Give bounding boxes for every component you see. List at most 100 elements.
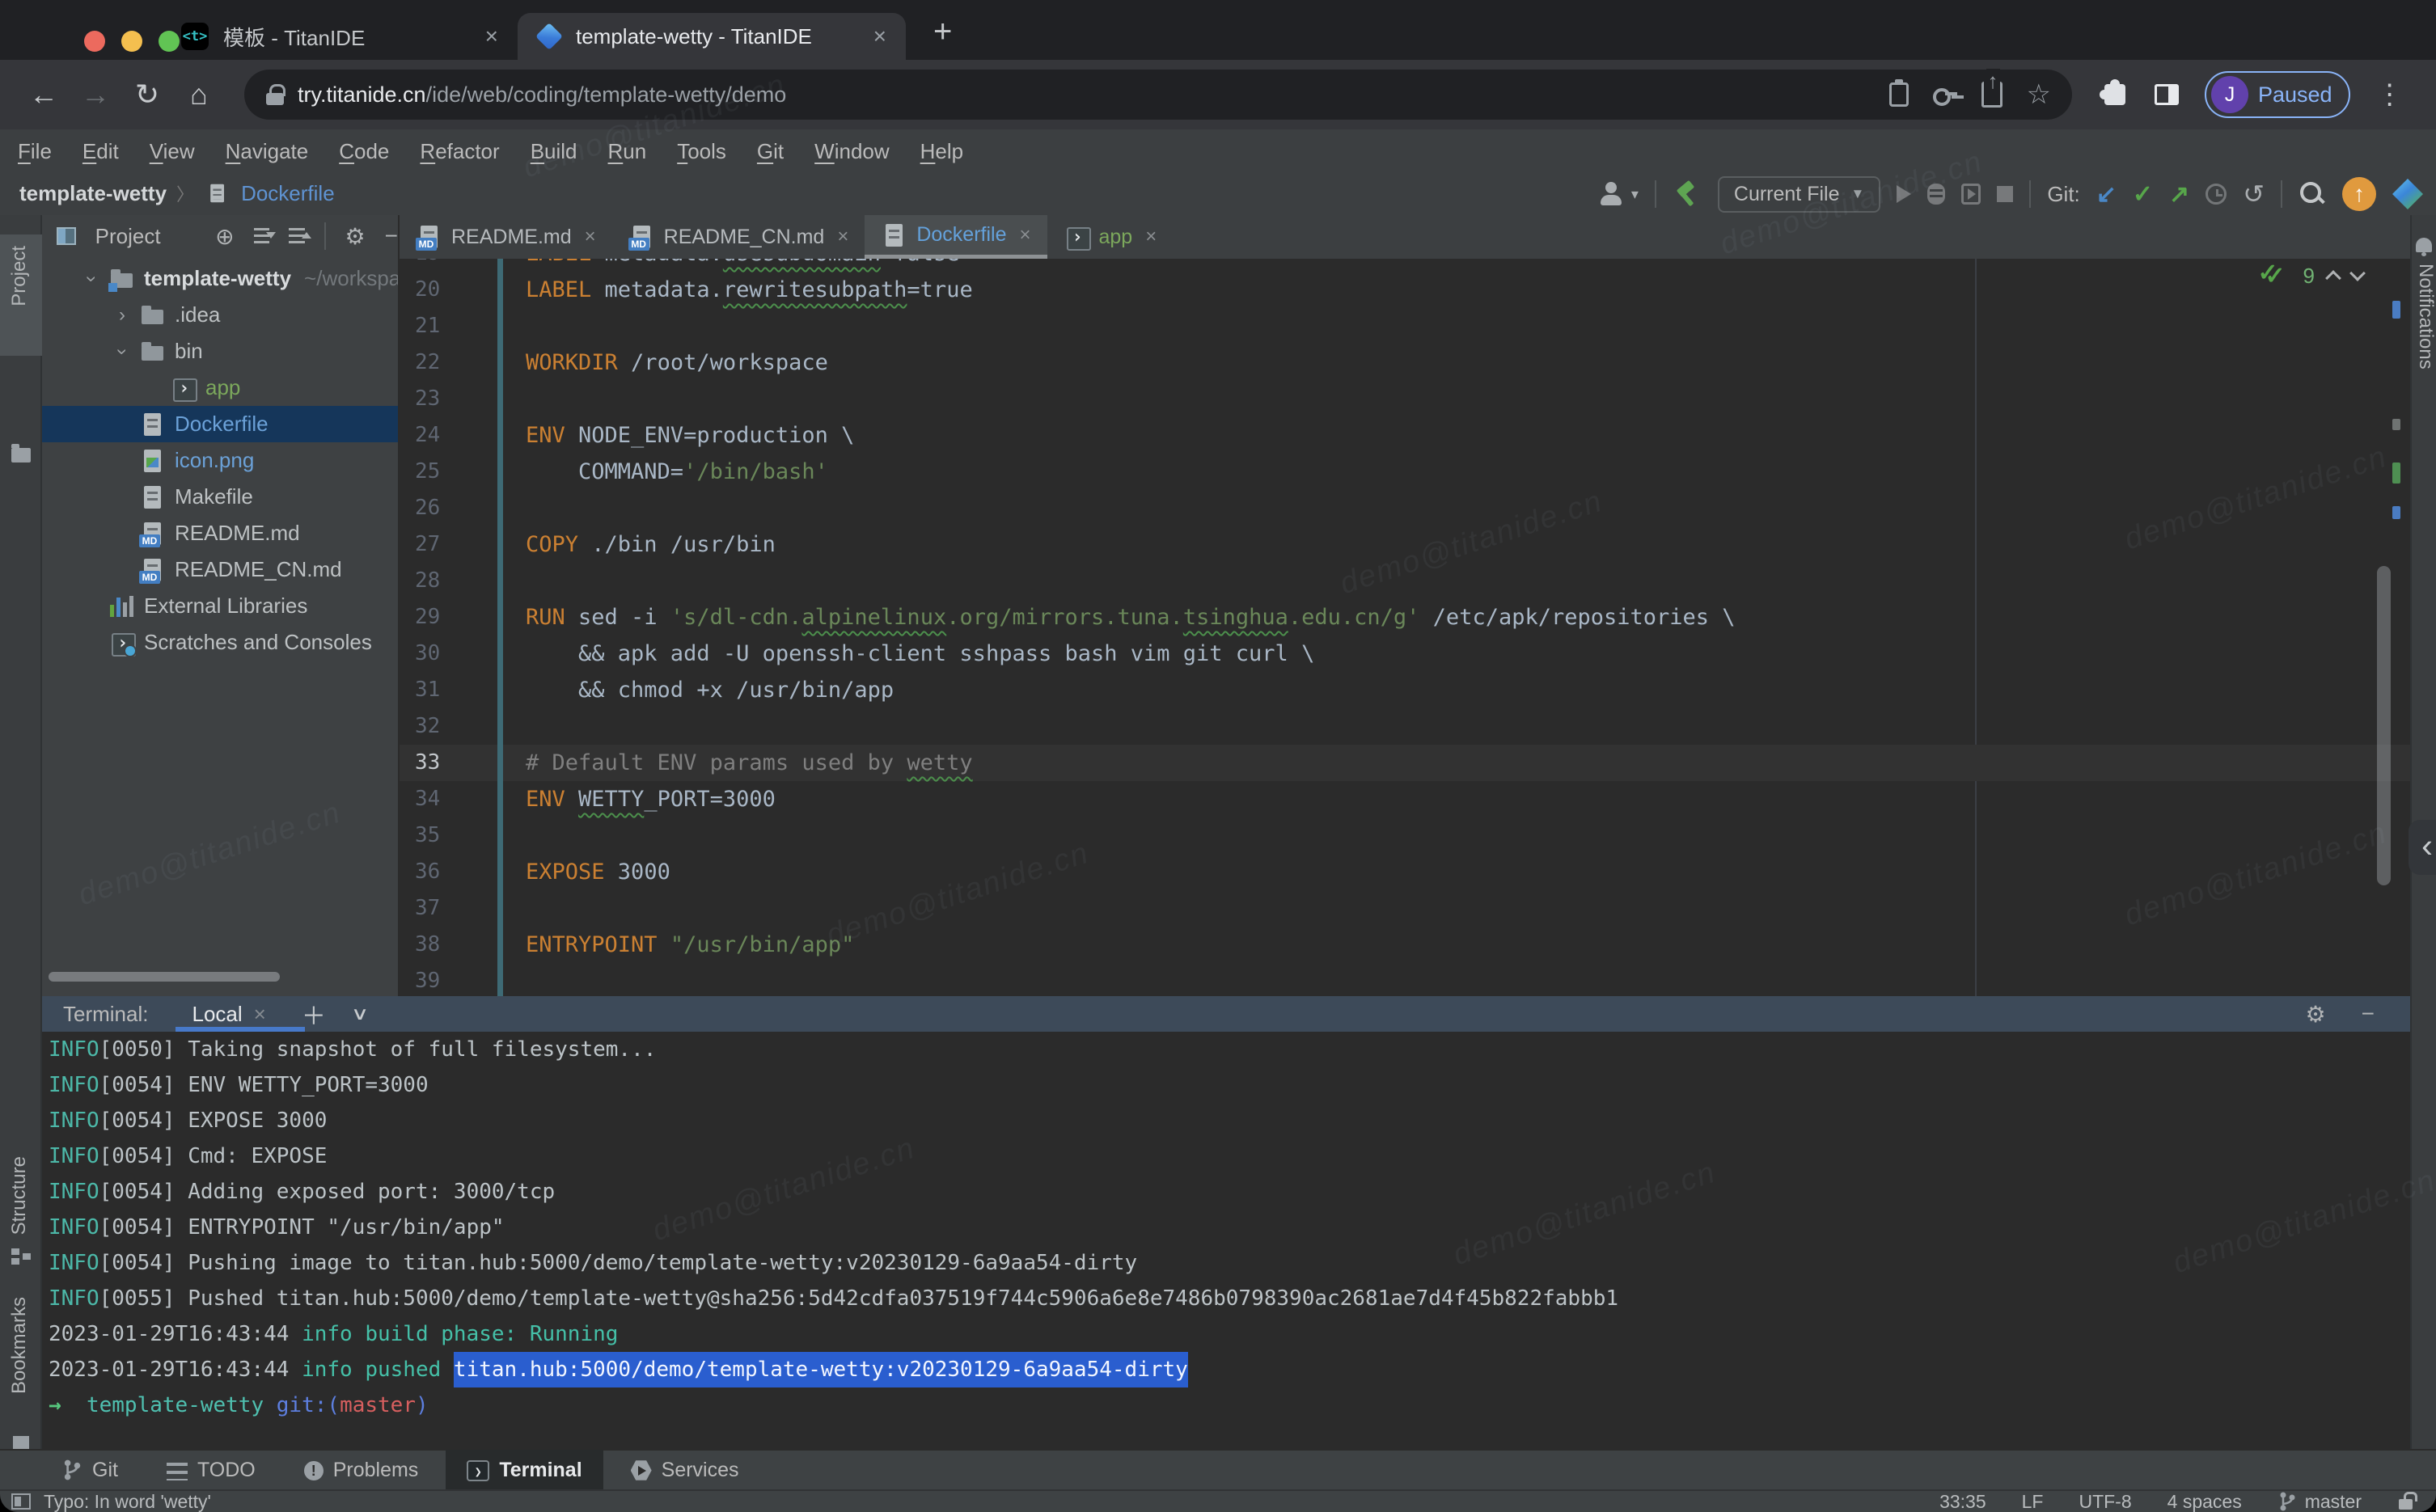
stripe-label-bookmarks[interactable]: Bookmarks [8,1297,31,1394]
toolwindow-problems[interactable]: !Problems [283,1450,440,1490]
stripe-label-project[interactable]: Project [8,246,31,306]
browser-tab-inactive[interactable]: <t> 模板 - TitanIDE × [162,13,518,60]
extensions-icon[interactable] [2104,84,2125,105]
url-text[interactable]: try.titanide.cn/ide/web/coding/template-… [298,82,1865,108]
inspections-widget[interactable]: 9 [2258,262,2363,289]
titan-logo-icon[interactable] [2392,179,2423,209]
select-opened-file-icon[interactable]: ⊕ [215,223,234,250]
git-commit-icon[interactable]: ✓ [2133,180,2153,209]
menu-git[interactable]: Git [757,139,784,164]
terminal-tab-local[interactable]: Local× [185,996,272,1032]
menu-refactor[interactable]: Refactor [420,139,499,164]
tree-item-readme_cn.md[interactable]: MDREADME_CN.md [42,551,398,588]
toolwindow-git[interactable]: Git [40,1450,139,1490]
browser-tab-active[interactable]: template-wetty - TitanIDE × [518,13,906,60]
menu-build[interactable]: Build [531,139,577,164]
chevron-down-icon[interactable]: › [111,343,133,361]
gear-icon[interactable]: ⚙ [345,223,366,250]
bookmark-star-icon[interactable]: ☆ [2027,82,2051,107]
chevron-down-icon[interactable]: › [80,270,103,288]
menu-navigate[interactable]: Navigate [226,139,309,164]
menu-tools[interactable]: Tools [677,139,726,164]
collapse-panel-button[interactable]: ‹ [2409,820,2436,875]
indent-setting[interactable]: 4 spaces [2167,1491,2242,1512]
profile-button[interactable]: J Paused [2205,71,2350,118]
terminal-output[interactable]: INFO[0050] Taking snapshot of full files… [42,1032,2410,1449]
close-tab-icon[interactable]: × [585,226,596,248]
chevron-right-icon[interactable]: › [113,304,131,327]
menu-code[interactable]: Code [339,139,389,164]
build-hammer-icon[interactable] [1673,179,1702,209]
gear-icon[interactable]: ⚙ [2306,1001,2326,1028]
sidebar-icon[interactable] [2155,84,2179,105]
reload-icon[interactable]: ↻ [125,78,170,112]
status-message[interactable]: Typo: In word 'wetty' [11,1491,211,1512]
line-ending[interactable]: LF [2022,1491,2044,1512]
close-tab-icon[interactable]: × [873,23,886,49]
share-icon[interactable] [1981,82,2003,108]
close-tab-icon[interactable]: × [1145,226,1157,248]
debug-icon[interactable] [1927,184,1945,205]
stripe-label-structure[interactable]: Structure [8,1156,31,1235]
horizontal-scrollbar[interactable] [49,972,280,982]
address-bar[interactable]: try.titanide.cn/ide/web/coding/template-… [244,70,2072,120]
caret-position[interactable]: 33:35 [1939,1491,1986,1512]
editor-tab-readme_cn.md[interactable]: MDREADME_CN.md× [612,215,865,259]
menu-file[interactable]: File [18,139,52,164]
unlock-icon[interactable] [2397,1492,2415,1511]
breadcrumb-file[interactable]: Dockerfile [241,181,335,206]
expand-all-icon[interactable] [254,228,270,244]
hide-panel-icon[interactable]: − [385,223,398,249]
close-icon[interactable]: × [254,1002,266,1026]
forward-icon[interactable]: → [73,78,118,112]
chevron-down-icon[interactable]: ∨ [351,1003,370,1024]
tree-item-.idea[interactable]: ›.idea [42,297,398,333]
key-icon[interactable] [1933,82,1957,107]
toolwindow-services[interactable]: Services [610,1450,760,1490]
browser-menu-icon[interactable]: ⋮ [2376,78,2404,111]
clipboard-icon[interactable] [1889,82,1909,107]
run-config-dropdown[interactable]: Current File▼ [1718,176,1880,213]
lock-icon[interactable] [265,82,286,107]
git-push-icon[interactable]: ↗ [2169,180,2189,209]
home-icon[interactable]: ⌂ [176,78,222,112]
menu-edit[interactable]: Edit [82,139,119,164]
close-tab-icon[interactable]: × [1019,224,1030,247]
history-icon[interactable] [2206,184,2227,205]
search-everywhere-icon[interactable] [2299,180,2326,208]
prev-problem-icon[interactable] [2325,270,2341,286]
rollback-icon[interactable]: ↺ [2243,179,2265,209]
project-tree[interactable]: ›template-wetty~/workspace›.idea›bin›app… [42,260,398,661]
menu-run[interactable]: Run [608,139,647,164]
hide-panel-icon[interactable]: − [2362,1001,2375,1027]
stripe-mark[interactable] [2392,301,2400,319]
tree-item-dockerfile[interactable]: Dockerfile [42,406,398,442]
close-window-button[interactable] [84,31,105,52]
run-coverage-icon[interactable] [1961,184,1981,205]
folder-icon[interactable] [11,448,31,462]
fullscreen-window-button[interactable] [159,31,180,52]
menu-window[interactable]: Window [814,139,889,164]
git-branch-widget[interactable]: master [2277,1491,2362,1512]
tree-item-icon.png[interactable]: icon.png [42,442,398,479]
toolwindow-todo[interactable]: TODO [146,1450,277,1490]
tree-item-readme.md[interactable]: MDREADME.md [42,515,398,551]
close-tab-icon[interactable]: × [837,226,848,248]
menu-help[interactable]: Help [920,139,963,164]
tree-item-external libraries[interactable]: External Libraries [42,588,398,624]
breadcrumb-project[interactable]: template-wetty [19,181,167,206]
tree-item-bin[interactable]: ›bin [42,333,398,370]
back-icon[interactable]: ← [21,78,66,112]
next-problem-icon[interactable] [2349,265,2366,281]
user-icon[interactable] [1597,180,1625,208]
editor-tab-dockerfile[interactable]: Dockerfile× [865,215,1047,259]
minimize-window-button[interactable] [121,31,142,52]
editor-tab-readme.md[interactable]: MDREADME.md× [400,215,612,259]
tree-item-app[interactable]: ›app [42,370,398,406]
tree-item-scratches and consoles[interactable]: ›Scratches and Consoles [42,624,398,661]
toolwindow-terminal[interactable]: ❯Terminal [446,1450,603,1490]
menu-view[interactable]: View [150,139,195,164]
stripe-mark[interactable] [2392,419,2400,430]
tree-item-template-wetty[interactable]: ›template-wetty~/workspace [42,260,398,297]
git-update-icon[interactable]: ↙ [2096,180,2117,209]
